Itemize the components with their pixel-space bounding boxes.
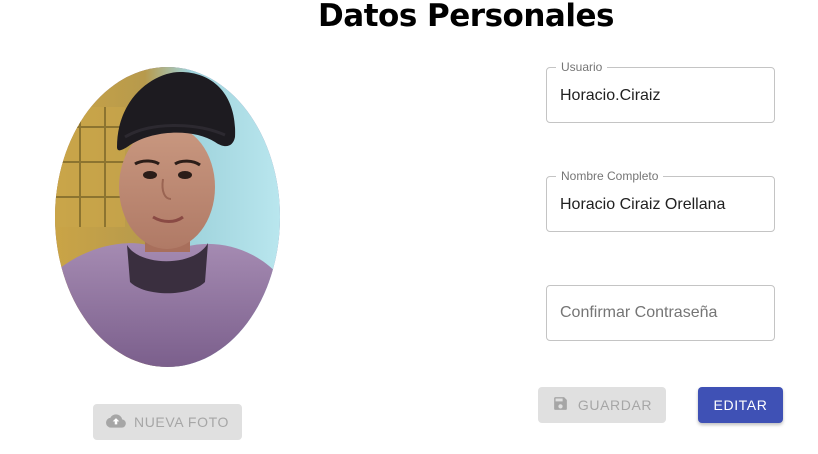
edit-button[interactable]: Editar [698,387,783,423]
profile-photo [55,67,280,367]
save-label: Guardar [577,397,653,413]
avatar [55,67,280,367]
full-name-value[interactable]: Horacio Ciraiz Orellana [560,195,725,215]
cloud-upload-icon [106,413,126,431]
confirm-password-input[interactable] [560,302,760,324]
personal-data-page: Datos Personales NUEVA FOTO Usuario Hora… [0,0,818,454]
confirm-password-field[interactable] [546,285,775,341]
save-button[interactable]: Guardar [538,387,666,423]
username-value[interactable]: Horacio.Ciraiz [560,86,660,106]
username-field[interactable]: Usuario Horacio.Ciraiz [546,60,775,123]
new-photo-label: Nueva Foto [134,414,229,430]
full-name-field[interactable]: Nombre Completo Horacio Ciraiz Orellana [546,169,775,232]
edit-label: Editar [713,397,768,413]
floppy-disk-icon [552,395,569,415]
new-photo-button[interactable]: Nueva Foto [93,404,242,440]
username-label: Usuario [556,60,608,74]
page-title: Datos Personales [318,0,614,34]
full-name-label: Nombre Completo [556,169,664,183]
